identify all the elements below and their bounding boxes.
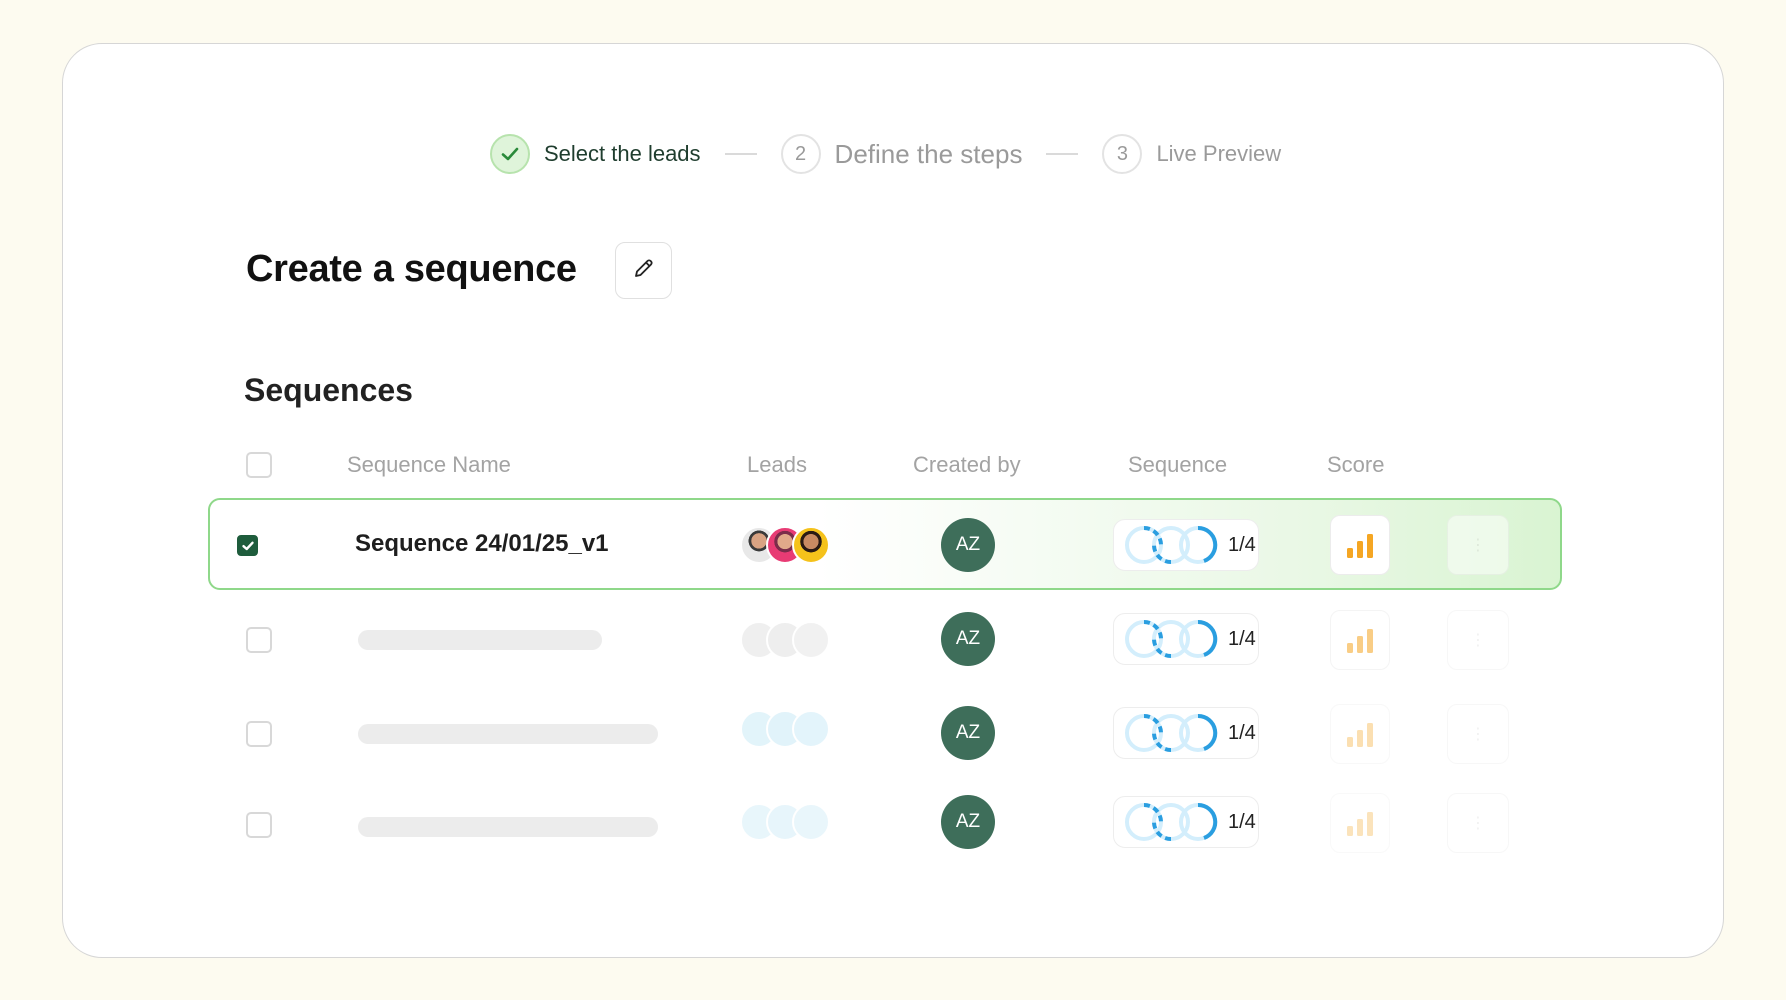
check-icon [241, 541, 254, 550]
section-title: Sequences [244, 372, 413, 408]
row-checkbox[interactable] [246, 721, 272, 747]
sequence-step-count: 1/4 [1228, 810, 1256, 833]
sequence-rings-icon [1125, 802, 1218, 841]
creator-avatar: AZ [941, 795, 995, 849]
pencil-icon [632, 256, 656, 285]
row-checkbox[interactable] [237, 535, 258, 556]
sequence-name[interactable]: Sequence 24/01/25_v1 [355, 530, 609, 558]
stepper: Select the leads 2 Define the steps 3 Li… [490, 133, 1281, 175]
sequence-step-count: 1/4 [1228, 533, 1256, 556]
sequence-name-placeholder [358, 724, 658, 744]
bar-chart-icon [1347, 629, 1373, 653]
row-menu-button[interactable]: ⋮ [1447, 793, 1509, 853]
lead-avatars-placeholder [740, 803, 830, 841]
more-vertical-icon: ⋮ [1470, 815, 1486, 832]
sequence-name-placeholder [358, 817, 658, 837]
sequence-progress[interactable]: 1/4 [1113, 796, 1259, 848]
step-label: Define the steps [834, 138, 1023, 169]
step-select-leads[interactable]: Select the leads [490, 134, 701, 174]
row-checkbox[interactable] [246, 627, 272, 653]
sequence-progress[interactable]: 1/4 [1113, 613, 1259, 665]
lead-avatars-placeholder [740, 710, 830, 748]
step-label: Select the leads [544, 141, 701, 166]
row-checkbox[interactable] [246, 812, 272, 838]
score-badge[interactable] [1330, 610, 1390, 670]
sequence-step-count: 1/4 [1228, 721, 1256, 744]
step-divider [1046, 153, 1079, 155]
sequence-progress[interactable]: 1/4 [1113, 707, 1259, 759]
step-define-steps[interactable]: 2 Define the steps [780, 134, 1023, 174]
column-sequence[interactable]: Sequence [1128, 452, 1227, 478]
step-live-preview[interactable]: 3 Live Preview [1102, 134, 1281, 174]
bar-chart-icon [1347, 812, 1373, 836]
lead-avatars[interactable] [740, 526, 830, 564]
row-menu-button[interactable]: ⋮ [1447, 515, 1509, 575]
column-leads[interactable]: Leads [747, 452, 807, 478]
column-score[interactable]: Score [1327, 452, 1384, 478]
sequence-progress[interactable]: 1/4 [1113, 519, 1259, 571]
sequence-rings-icon [1125, 619, 1218, 658]
avatar [792, 710, 830, 748]
sequence-name-placeholder [358, 630, 602, 650]
edit-title-button[interactable] [615, 242, 672, 299]
row-menu-button[interactable]: ⋮ [1447, 610, 1509, 670]
creator-avatar: AZ [941, 612, 995, 666]
score-badge[interactable] [1330, 704, 1390, 764]
bar-chart-icon [1347, 723, 1373, 747]
lead-avatars-placeholder [740, 621, 830, 659]
step-number: 3 [1102, 134, 1143, 174]
score-badge[interactable] [1330, 793, 1390, 853]
column-sequence-name[interactable]: Sequence Name [347, 452, 511, 478]
select-all-checkbox[interactable] [246, 452, 272, 478]
step-number: 2 [780, 134, 821, 174]
more-vertical-icon: ⋮ [1470, 537, 1486, 554]
sequence-rings-icon [1125, 713, 1218, 752]
check-icon [490, 134, 530, 174]
column-created-by[interactable]: Created by [913, 452, 1021, 478]
avatar [792, 621, 830, 659]
row-menu-button[interactable]: ⋮ [1447, 704, 1509, 764]
step-label: Live Preview [1156, 141, 1282, 166]
more-vertical-icon: ⋮ [1470, 726, 1486, 743]
creator-avatar: AZ [941, 518, 995, 572]
bar-chart-icon [1347, 534, 1373, 558]
sequence-rings-icon [1125, 525, 1218, 564]
score-badge[interactable] [1330, 515, 1390, 575]
sequence-step-count: 1/4 [1228, 627, 1256, 650]
more-vertical-icon: ⋮ [1470, 632, 1486, 649]
step-divider [724, 153, 757, 155]
page-title: Create a sequence [246, 248, 577, 290]
avatar [792, 526, 830, 564]
creator-avatar: AZ [941, 706, 995, 760]
avatar [792, 803, 830, 841]
